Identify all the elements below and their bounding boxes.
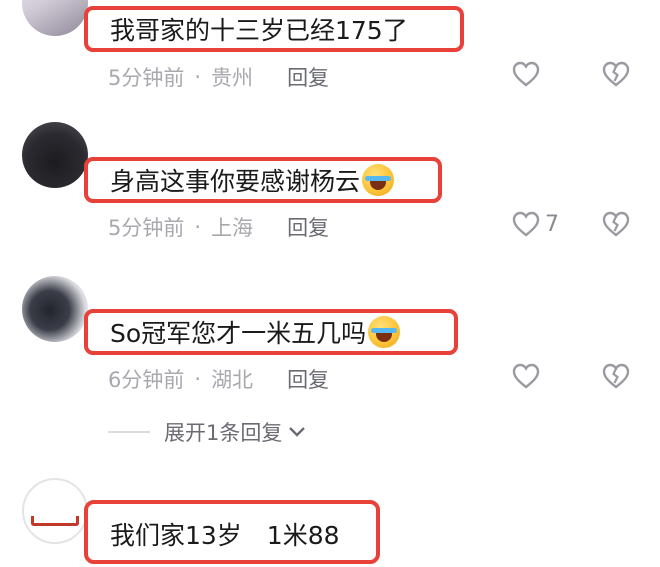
crying-laughing-emoji-icon: [362, 164, 395, 196]
divider: [108, 431, 150, 433]
comment-text: 我哥家的十三岁已经175了: [110, 16, 408, 45]
broken-heart-icon: [602, 211, 630, 237]
comment-time: 6分钟前: [108, 368, 185, 392]
dislike-button[interactable]: [601, 60, 631, 92]
comment-text: 我们家13岁 1米88: [110, 521, 340, 550]
comment-text: 身高这事你要感谢杨云: [110, 167, 361, 196]
comment-meta: 5分钟前 · 上海 回复: [108, 212, 329, 242]
comment-text-highlight: So冠军您才一米五几吗: [84, 309, 458, 355]
heart-icon: [512, 61, 540, 87]
dislike-button[interactable]: [601, 210, 631, 242]
comment-text-highlight: 身高这事你要感谢杨云: [84, 157, 442, 203]
comment-location: 贵州: [211, 66, 254, 90]
heart-icon: [512, 363, 540, 389]
comment-location: 上海: [211, 216, 254, 240]
comment-text: So冠军您才一米五几吗: [110, 319, 367, 348]
dislike-button[interactable]: [601, 362, 631, 394]
chevron-down-icon: [289, 427, 306, 437]
expand-replies-label: 展开1条回复: [164, 421, 283, 445]
meta-separator: ·: [194, 215, 202, 239]
reply-button[interactable]: 回复: [287, 212, 329, 242]
like-button[interactable]: [511, 362, 541, 390]
comment-meta: 5分钟前 · 贵州 回复: [108, 62, 329, 92]
avatar[interactable]: [22, 0, 88, 36]
like-button[interactable]: [511, 60, 541, 88]
broken-heart-icon: [602, 61, 630, 87]
avatar[interactable]: [22, 122, 88, 188]
like-count: 7: [545, 211, 559, 237]
comment-text-highlight: 我哥家的十三岁已经175了: [84, 6, 464, 52]
comment-location: 湖北: [211, 368, 254, 392]
rolling-laughing-emoji-icon: [368, 316, 401, 348]
like-button[interactable]: 7: [511, 210, 559, 238]
meta-separator: ·: [194, 65, 202, 89]
comment-text-highlight: 我们家13岁 1米88: [84, 500, 380, 564]
avatar[interactable]: [22, 478, 88, 544]
broken-heart-icon: [602, 363, 630, 389]
comment-meta: 6分钟前 · 湖北 回复: [108, 364, 329, 394]
avatar[interactable]: [22, 276, 88, 342]
reply-button[interactable]: 回复: [287, 364, 329, 394]
heart-icon: [512, 211, 540, 237]
comment-time: 5分钟前: [108, 216, 185, 240]
meta-separator: ·: [194, 367, 202, 391]
expand-replies-button[interactable]: 展开1条回复: [108, 417, 306, 447]
comment-time: 5分钟前: [108, 66, 185, 90]
reply-button[interactable]: 回复: [287, 62, 329, 92]
